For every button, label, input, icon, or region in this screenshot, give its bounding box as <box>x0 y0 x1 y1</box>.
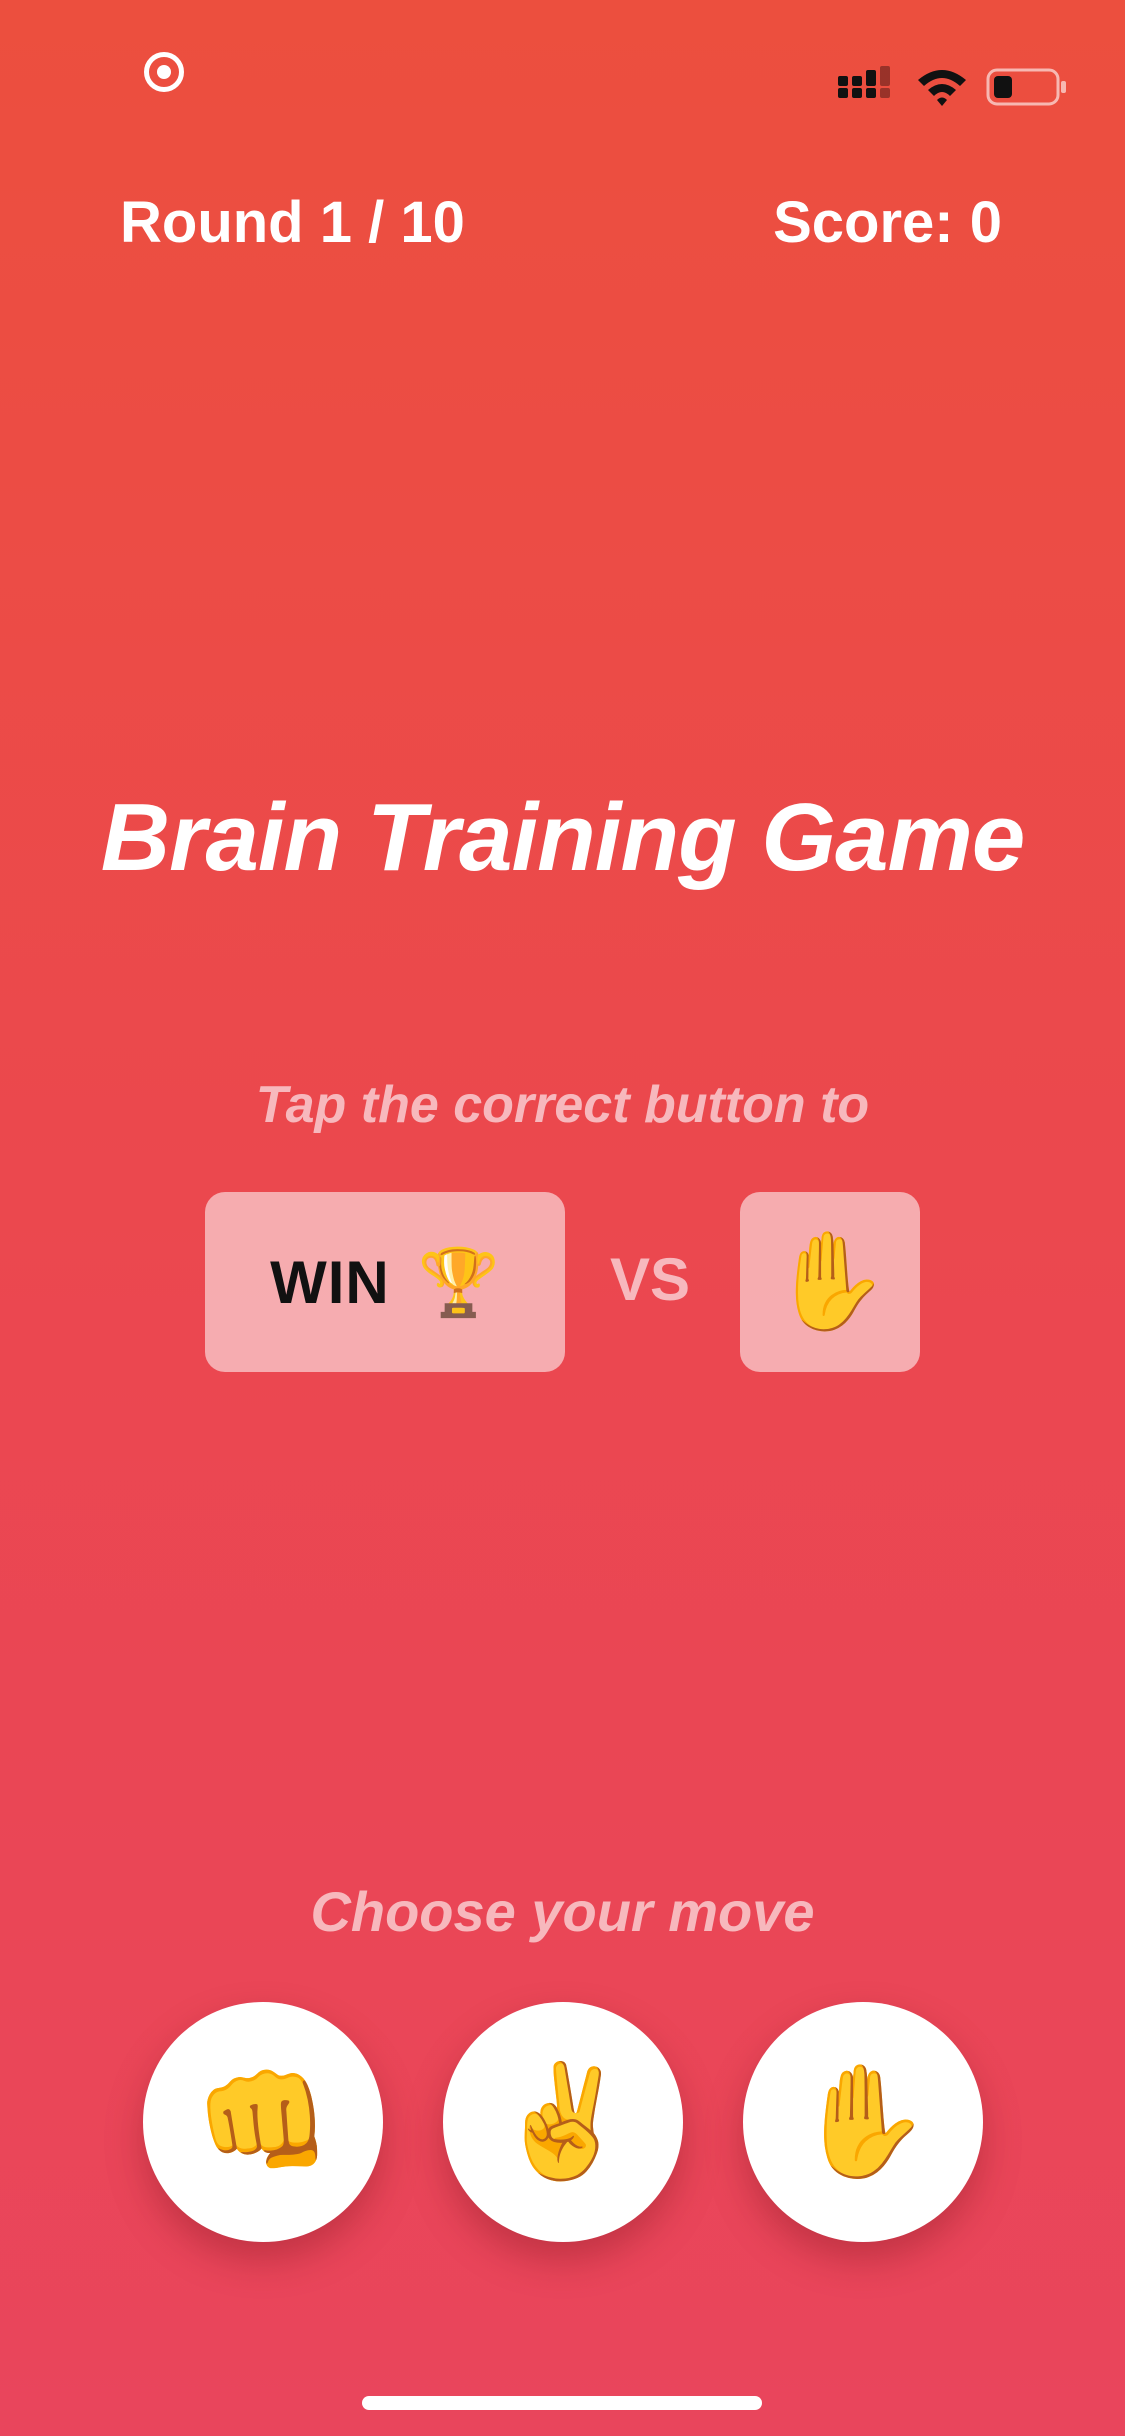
home-indicator[interactable] <box>362 2396 762 2410</box>
goal-label: WIN <box>270 1248 390 1316</box>
fist-icon: 👊 <box>194 2060 332 2183</box>
score-counter: Score: 0 <box>773 190 1002 255</box>
instruction-text: Tap the correct button to <box>255 1076 870 1134</box>
vs-label: VS <box>609 1246 691 1313</box>
battery-icon <box>986 68 1066 106</box>
rock-button[interactable]: 👊 <box>143 2002 383 2242</box>
choose-move-label: Choose your move <box>310 1880 815 1943</box>
recording-dot <box>157 65 171 79</box>
raised-hand-icon: ✋ <box>794 2060 932 2183</box>
game-title: Brain Training Game <box>100 784 1025 891</box>
wifi-icon <box>918 70 966 106</box>
cellular-signal-icon <box>838 66 890 98</box>
opponent-move-card: ✋ <box>740 1192 920 1372</box>
scissors-button[interactable]: ✌️ <box>443 2002 683 2242</box>
paper-button[interactable]: ✋ <box>743 2002 983 2242</box>
screen-recording-icon <box>144 52 184 92</box>
goal-card: WIN 🏆 <box>205 1192 565 1372</box>
victory-hand-icon: ✌️ <box>494 2060 632 2183</box>
round-counter: Round 1 / 10 <box>120 190 465 255</box>
trophy-icon: 🏆 <box>417 1245 500 1319</box>
paper-hand-icon: ✋ <box>770 1228 890 1335</box>
game-screen: Round 1 / 10 Score: 0 Brain Training Gam… <box>0 0 1125 2436</box>
